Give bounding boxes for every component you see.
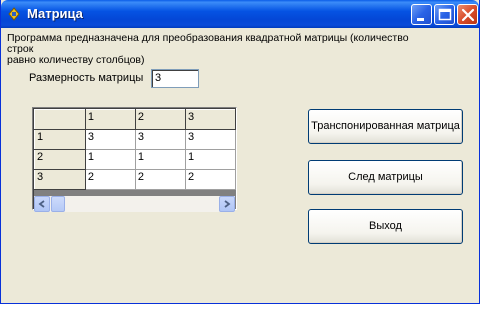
grid-cell[interactable]: 1: [134, 149, 186, 170]
scroll-thumb[interactable]: [51, 196, 65, 212]
grid-cell[interactable]: 2: [184, 169, 236, 190]
scroll-left-button[interactable]: [34, 196, 50, 212]
grid-cell[interactable]: 3: [84, 129, 136, 150]
maximize-button[interactable]: [434, 4, 455, 25]
table-row: 3 2 2 2: [34, 169, 236, 190]
grid-cell[interactable]: 2: [134, 169, 186, 190]
minimize-button[interactable]: [411, 4, 432, 25]
column-header: 2: [134, 109, 186, 130]
table-row: 1 3 3 3: [34, 129, 236, 150]
trace-button[interactable]: След матрицы: [308, 160, 463, 195]
arrow-left-icon: [38, 200, 45, 208]
window-title: Матрица: [27, 6, 83, 21]
transpose-button[interactable]: Транспонированная матрица: [308, 109, 463, 144]
scroll-right-button[interactable]: [219, 196, 235, 212]
grid-cell[interactable]: 1: [84, 149, 136, 170]
size-label: Размерность матрицы: [29, 72, 144, 84]
matrix-grid[interactable]: 1 2 3 1 3 3 3 2 1 1 1 3 2 2 2: [32, 107, 237, 210]
main-window: Матрица Программа предназначена для прео…: [0, 0, 480, 304]
column-header: 3: [184, 109, 236, 130]
grid-cell[interactable]: 2: [84, 169, 136, 190]
grid-header-row: 1 2 3: [34, 109, 236, 130]
row-header: 3: [34, 169, 86, 190]
app-icon: [7, 7, 21, 21]
grid-cell[interactable]: 3: [184, 129, 236, 150]
exit-button[interactable]: Выход: [308, 209, 463, 244]
title-bar[interactable]: Матрица: [1, 0, 479, 28]
description-line-2: равно количеству столбцов): [7, 54, 145, 66]
column-header: 1: [84, 109, 136, 130]
arrow-right-icon: [224, 200, 231, 208]
maximize-icon: [438, 8, 452, 21]
grid-cell[interactable]: 1: [184, 149, 236, 170]
close-icon: [461, 8, 475, 22]
size-input[interactable]: 3: [151, 69, 199, 88]
row-header: 1: [34, 129, 86, 150]
horizontal-scrollbar[interactable]: [34, 196, 235, 212]
grid-cell[interactable]: 3: [134, 129, 186, 150]
close-button[interactable]: [457, 4, 478, 25]
row-header: 2: [34, 149, 86, 170]
description-text: Программа предназначена для преобразован…: [7, 33, 427, 66]
minimize-icon: [417, 18, 424, 21]
grid-corner-cell: [34, 109, 86, 130]
table-row: 2 1 1 1: [34, 149, 236, 170]
description-line-1: Программа предназначена для преобразован…: [7, 32, 409, 55]
